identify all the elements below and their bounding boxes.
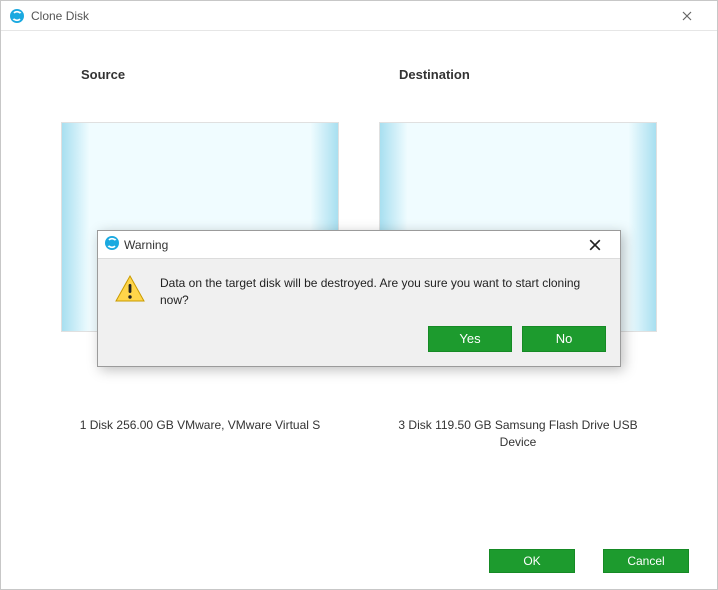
clone-disk-window: Clone Disk Source The Source Disk: 1 Dis… <box>0 0 718 590</box>
app-icon <box>104 235 120 254</box>
app-icon <box>9 8 25 24</box>
no-button[interactable]: No <box>522 326 606 352</box>
dialog-message: Data on the target disk will be destroye… <box>160 273 604 310</box>
warning-dialog: Warning Data on the target disk will be … <box>97 230 621 367</box>
window-title: Clone Disk <box>31 9 89 23</box>
footer-buttons: OK Cancel <box>489 549 689 573</box>
target-disk-description: 3 Disk 119.50 GB Samsung Flash Drive USB… <box>379 417 657 451</box>
destination-heading: Destination <box>379 67 657 82</box>
dialog-title: Warning <box>124 238 168 252</box>
source-heading: Source <box>61 67 339 82</box>
dialog-close-button[interactable] <box>576 233 614 257</box>
titlebar: Clone Disk <box>1 1 717 31</box>
window-close-button[interactable] <box>665 2 709 30</box>
cancel-button[interactable]: Cancel <box>603 549 689 573</box>
ok-button[interactable]: OK <box>489 549 575 573</box>
source-disk-description: 1 Disk 256.00 GB VMware, VMware Virtual … <box>61 417 339 434</box>
dialog-titlebar: Warning <box>98 231 620 259</box>
warning-icon <box>114 273 146 310</box>
yes-button[interactable]: Yes <box>428 326 512 352</box>
